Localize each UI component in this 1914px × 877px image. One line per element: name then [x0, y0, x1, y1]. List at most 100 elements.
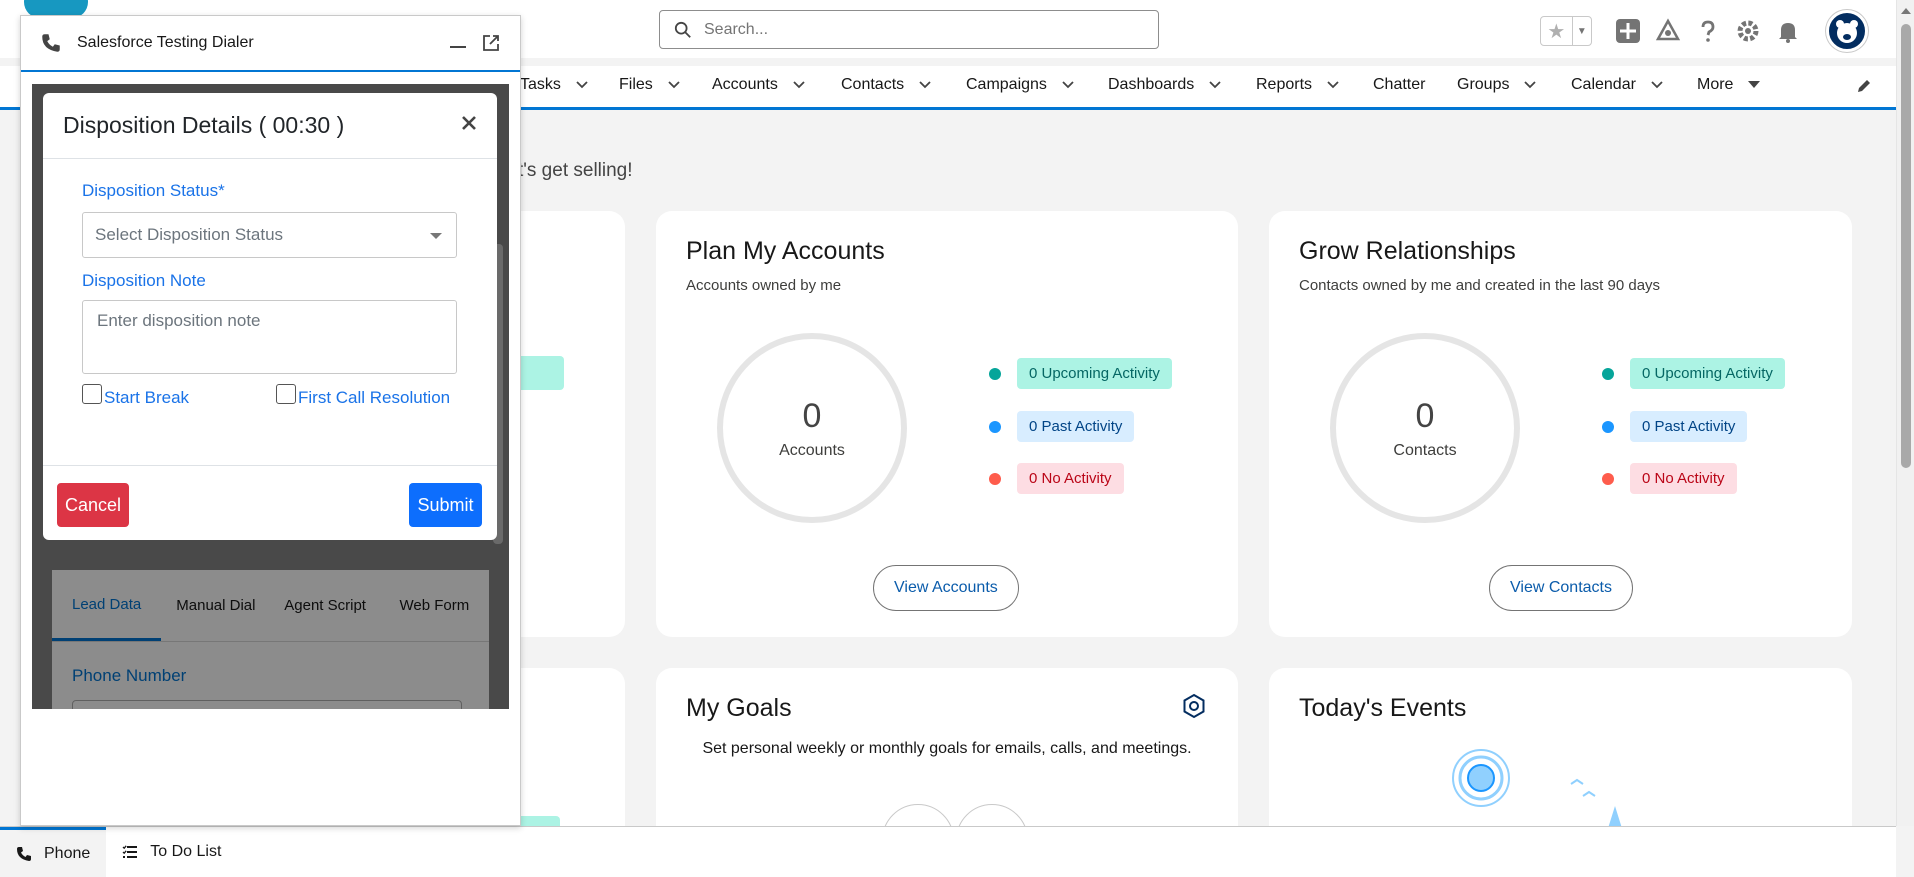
first-call-resolution-checkbox[interactable]: [276, 384, 296, 404]
start-break-checkbox[interactable]: [82, 384, 102, 404]
past-activity-badge[interactable]: 0 Past Activity: [1017, 411, 1135, 442]
status-dot: [1602, 472, 1614, 485]
chevron-down-icon[interactable]: [667, 78, 681, 92]
page-scrollbar[interactable]: [1896, 0, 1914, 826]
contacts-count-label: Contacts: [1393, 441, 1457, 459]
chevron-down-icon[interactable]: [575, 78, 589, 92]
nav-label: Groups: [1457, 76, 1510, 93]
favorites-dropdown-icon[interactable]: ▼: [1571, 17, 1591, 45]
card-title: Today's Events: [1299, 694, 1467, 722]
modal-footer: Cancel Submit: [43, 465, 497, 540]
disposition-status-select[interactable]: Select Disposition Status: [82, 212, 457, 258]
upcoming-activity-badge[interactable]: 0 Upcoming Activity: [1630, 358, 1785, 389]
nav-label: Accounts: [712, 76, 778, 93]
nav-label: Contacts: [841, 76, 905, 93]
popout-icon[interactable]: [482, 34, 500, 52]
first-call-resolution-option[interactable]: First Call Resolution: [276, 384, 450, 408]
submit-button[interactable]: Submit: [409, 483, 482, 527]
view-contacts-button[interactable]: View Contacts: [1489, 565, 1633, 611]
upcoming-activity-row: 0 Upcoming Activity: [989, 358, 1172, 389]
past-activity-badge[interactable]: 0 Past Activity: [1630, 411, 1748, 442]
past-activity-row: 0 Past Activity: [1602, 411, 1748, 442]
view-accounts-button[interactable]: View Accounts: [873, 565, 1019, 611]
nav-item-more[interactable]: More: [1697, 76, 1761, 94]
card-title: Plan My Accounts: [686, 237, 885, 265]
contacts-count: 0: [1415, 396, 1435, 435]
star-icon[interactable]: ★: [1541, 17, 1572, 45]
user-avatar[interactable]: [1826, 10, 1868, 52]
nav-item-contacts[interactable]: Contacts: [841, 76, 932, 94]
nav-label: More: [1697, 76, 1734, 93]
start-break-label[interactable]: Start Break: [104, 388, 189, 408]
settings-hexagon-icon[interactable]: [1180, 692, 1208, 720]
gear-icon[interactable]: [1734, 17, 1762, 45]
past-activity-row: 0 Past Activity: [989, 411, 1135, 442]
scroll-up-arrow[interactable]: [1901, 8, 1911, 14]
favorites-control[interactable]: ★ ▼: [1540, 16, 1592, 46]
chevron-down-icon[interactable]: [918, 78, 932, 92]
chevron-down-icon[interactable]: [1523, 78, 1537, 92]
nav-label: Campaigns: [966, 76, 1047, 93]
plan-my-accounts-card: Plan My Accounts Accounts owned by me 0 …: [656, 211, 1238, 637]
utility-todo-tab[interactable]: To Do List: [106, 827, 237, 877]
modal-header: Disposition Details ( 00:30 ): [43, 93, 497, 159]
card-title: Grow Relationships: [1299, 237, 1516, 265]
global-actions-icon[interactable]: [1614, 17, 1642, 45]
nav-label: Tasks: [520, 76, 561, 93]
chevron-down-icon[interactable]: [1650, 78, 1664, 92]
nav-item-accounts[interactable]: Accounts: [712, 76, 806, 94]
dialer-header: Salesforce Testing Dialer: [21, 16, 520, 72]
nav-item-chatter[interactable]: Chatter: [1373, 76, 1425, 94]
pencil-icon[interactable]: [1856, 78, 1872, 94]
nav-label: Files: [619, 76, 653, 93]
nav-label: Calendar: [1571, 76, 1636, 93]
nav-item-tasks[interactable]: Tasks: [520, 76, 589, 94]
nav-item-dashboards[interactable]: Dashboards: [1108, 76, 1222, 94]
nav-item-calendar[interactable]: Calendar: [1571, 76, 1664, 94]
dialer-title: Salesforce Testing Dialer: [77, 34, 254, 51]
help-icon[interactable]: [1694, 17, 1722, 45]
nav-label: Chatter: [1373, 76, 1426, 93]
upcoming-activity-badge[interactable]: 0 Upcoming Activity: [1017, 358, 1172, 389]
phone-icon: [17, 846, 31, 861]
status-dot: [1602, 420, 1614, 433]
chevron-down-icon[interactable]: [792, 78, 806, 92]
nav-item-campaigns[interactable]: Campaigns: [966, 76, 1075, 94]
cancel-button[interactable]: Cancel: [57, 483, 129, 527]
bell-icon[interactable]: [1774, 17, 1802, 45]
chevron-down-icon: [430, 233, 442, 239]
first-call-resolution-label[interactable]: First Call Resolution: [298, 388, 450, 408]
chevron-down-icon[interactable]: [1208, 78, 1222, 92]
no-activity-badge[interactable]: 0 No Activity: [1017, 463, 1124, 494]
utility-todo-label: To Do List: [150, 843, 222, 860]
disposition-modal: Disposition Details ( 00:30 ) Dispositio…: [43, 93, 497, 540]
global-search[interactable]: [659, 10, 1159, 49]
nav-item-files[interactable]: Files: [619, 76, 681, 94]
trailhead-icon[interactable]: [1654, 17, 1682, 45]
disposition-note-field[interactable]: [82, 300, 457, 374]
utility-phone-label: Phone: [44, 844, 91, 862]
nav-item-reports[interactable]: Reports: [1256, 76, 1340, 94]
minimize-icon[interactable]: [450, 46, 466, 48]
close-icon[interactable]: [459, 113, 479, 133]
contacts-count-ring: 0 Contacts: [1330, 333, 1520, 523]
start-break-option[interactable]: Start Break: [82, 384, 189, 408]
search-input[interactable]: [704, 20, 1124, 39]
upcoming-activity-row: 0 Upcoming Activity: [1602, 358, 1785, 389]
chevron-down-icon[interactable]: [1061, 78, 1075, 92]
scrollbar-thumb[interactable]: [1901, 24, 1911, 468]
nav-label: Dashboards: [1108, 76, 1195, 93]
utility-bar: Phone To Do List: [0, 826, 1896, 877]
status-dot: [989, 367, 1001, 380]
accounts-count-ring: 0 Accounts: [717, 333, 907, 523]
utility-phone-tab[interactable]: Phone: [0, 827, 107, 877]
status-dot: [989, 420, 1001, 433]
nav-item-groups[interactable]: Groups: [1457, 76, 1537, 94]
caret-down-icon[interactable]: [1747, 78, 1761, 92]
events-illustration: [1452, 749, 1625, 838]
search-icon: [674, 21, 691, 38]
goals-description: Set personal weekly or monthly goals for…: [702, 740, 1192, 757]
no-activity-badge[interactable]: 0 No Activity: [1630, 463, 1737, 494]
chevron-down-icon[interactable]: [1326, 78, 1340, 92]
select-placeholder: Select Disposition Status: [95, 225, 284, 244]
